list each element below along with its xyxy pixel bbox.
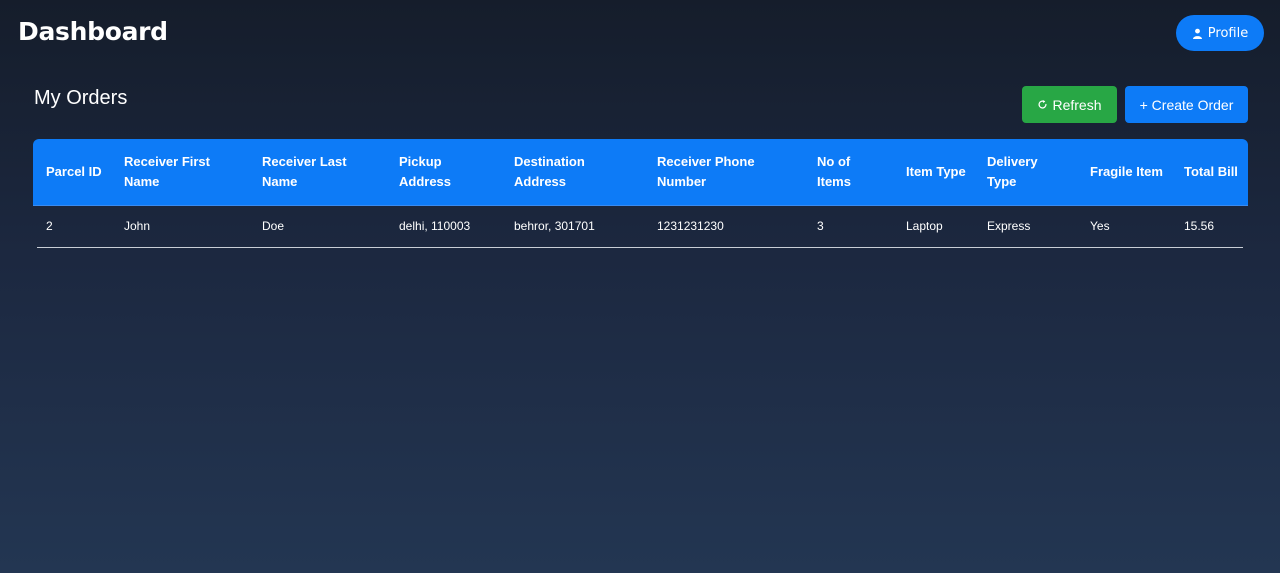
- column-header: Destination Address: [501, 139, 644, 206]
- table-cell: behror, 301701: [514, 219, 595, 234]
- top-bar: Dashboard Profile: [0, 0, 1280, 68]
- user-icon: [1192, 28, 1203, 39]
- app-title: Dashboard: [18, 17, 168, 46]
- profile-button[interactable]: Profile: [1176, 15, 1264, 51]
- column-header: Item Type: [893, 139, 974, 206]
- table-cell: 1231231230: [657, 219, 724, 234]
- table-cell: 2: [46, 219, 53, 234]
- refresh-icon: [1037, 99, 1048, 110]
- table-cell: delhi, 110003: [399, 219, 471, 234]
- table-cell: Yes: [1090, 219, 1110, 234]
- table-cell: Express: [987, 219, 1031, 234]
- row-divider: [37, 247, 1243, 248]
- table-cell: Doe: [262, 219, 285, 234]
- table-cell: 3: [817, 219, 824, 234]
- orders-table: Parcel ID Receiver First Name Receiver Las…: [33, 139, 1248, 247]
- column-header: Parcel ID: [33, 139, 111, 206]
- column-header: Pickup Address: [386, 139, 501, 206]
- refresh-button[interactable]: Refresh: [1022, 86, 1117, 123]
- create-order-button[interactable]: + Create Order: [1125, 86, 1248, 123]
- column-header: Receiver First Name: [111, 139, 249, 206]
- column-header: Delivery Type: [974, 139, 1077, 206]
- page-title: My Orders: [34, 87, 128, 109]
- column-header: No of Items: [804, 139, 893, 206]
- table-row: 2 John Doe delhi, 110003 behror, 301701 12312…: [33, 205, 1248, 247]
- table-header-row: Parcel ID Receiver First Name Receiver Las…: [33, 139, 1248, 206]
- table-cell: 15.56: [1184, 219, 1215, 234]
- column-header: Receiver Phone Number: [644, 139, 804, 206]
- profile-label: Profile: [1207, 25, 1249, 41]
- table-cell: Laptop: [906, 219, 943, 234]
- refresh-label: Refresh: [1052, 96, 1102, 113]
- column-header: Receiver Last Name: [249, 139, 386, 206]
- column-header: Fragile Item: [1077, 139, 1171, 206]
- column-header: Total Bill: [1171, 139, 1248, 206]
- table-cell: John: [124, 219, 151, 234]
